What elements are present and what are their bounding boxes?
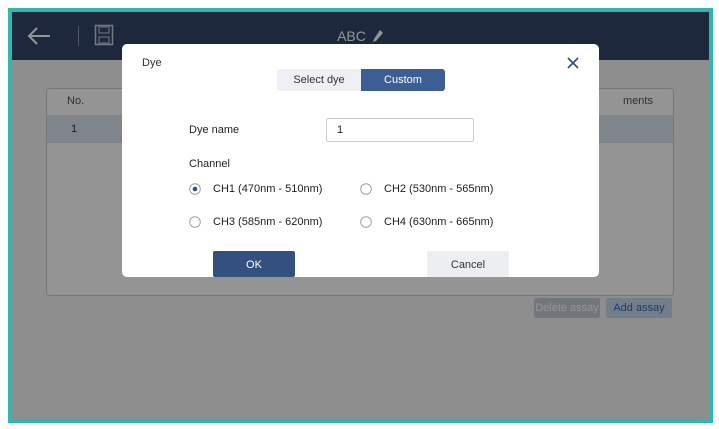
app-frame: ABC No. ments 1 Delete assay Add assay D… bbox=[8, 8, 713, 423]
dye-dialog: Dye Select dye Custom Dye name Channel C… bbox=[122, 44, 599, 277]
channel-label-ch3: CH3 (585nm - 620nm) bbox=[213, 216, 323, 228]
channel-label-ch1: CH1 (470nm - 510nm) bbox=[213, 183, 323, 195]
channel-radio-ch2[interactable]: CH2 (530nm - 565nm) bbox=[360, 183, 493, 195]
channel-radio-ch1[interactable]: CH1 (470nm - 510nm) bbox=[189, 183, 322, 195]
cancel-button[interactable]: Cancel bbox=[427, 251, 509, 277]
radio-unselected-icon[interactable] bbox=[360, 216, 372, 228]
tab-custom[interactable]: Custom bbox=[361, 69, 445, 91]
channel-label: Channel bbox=[189, 158, 230, 170]
close-icon[interactable] bbox=[566, 56, 580, 70]
channel-label-ch2: CH2 (530nm - 565nm) bbox=[384, 183, 494, 195]
ok-button[interactable]: OK bbox=[213, 251, 295, 277]
channel-radio-ch4[interactable]: CH4 (630nm - 665nm) bbox=[360, 216, 493, 228]
radio-unselected-icon[interactable] bbox=[360, 183, 372, 195]
dialog-title: Dye bbox=[142, 57, 162, 69]
channel-label-ch4: CH4 (630nm - 665nm) bbox=[384, 216, 494, 228]
dye-name-input[interactable] bbox=[326, 118, 474, 142]
radio-unselected-icon[interactable] bbox=[189, 216, 201, 228]
channel-radio-ch3[interactable]: CH3 (585nm - 620nm) bbox=[189, 216, 322, 228]
dye-mode-tabs: Select dye Custom bbox=[277, 69, 445, 91]
dye-name-label: Dye name bbox=[189, 124, 240, 136]
tab-select-dye[interactable]: Select dye bbox=[277, 69, 361, 91]
radio-selected-icon[interactable] bbox=[189, 183, 201, 195]
